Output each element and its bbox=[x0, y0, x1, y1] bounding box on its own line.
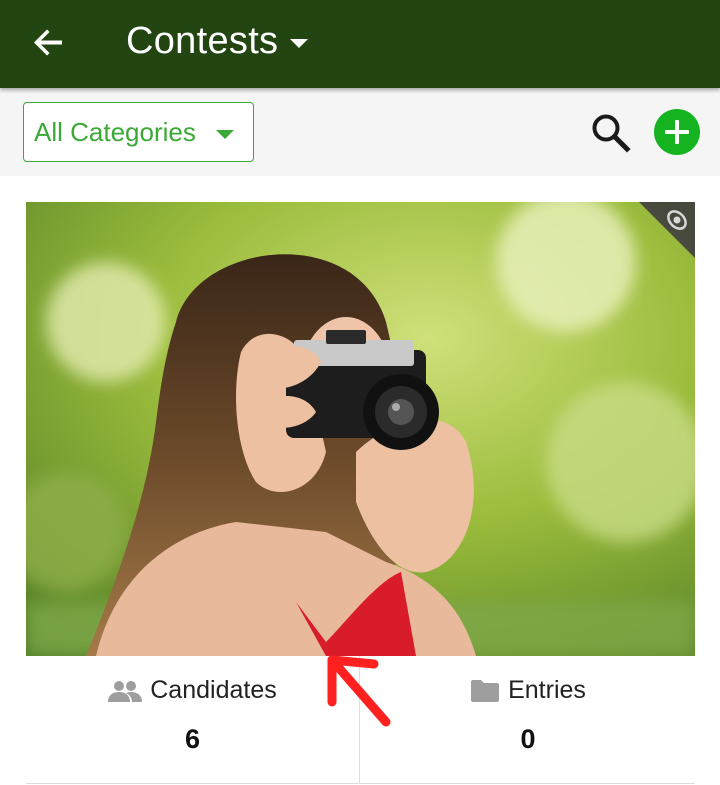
contest-card[interactable]: Candidates 6 Entries 0 bbox=[26, 202, 695, 785]
category-select-label: All Categories bbox=[34, 116, 196, 147]
entries-header: Entries bbox=[361, 676, 695, 705]
folder-icon bbox=[471, 679, 500, 702]
category-select[interactable]: All Categories bbox=[23, 102, 254, 162]
app-bar: Contests bbox=[0, 0, 720, 88]
search-icon bbox=[592, 114, 631, 153]
people-icon bbox=[108, 680, 143, 702]
entries-count: 0 bbox=[520, 724, 536, 754]
candidates-count: 6 bbox=[184, 724, 201, 754]
candidates-label: Candidates bbox=[150, 676, 277, 704]
caret-down-icon bbox=[216, 130, 234, 139]
arrow-left-icon bbox=[34, 29, 62, 56]
back-button[interactable] bbox=[22, 18, 74, 70]
search-button[interactable] bbox=[588, 110, 634, 156]
candidates-header: Candidates bbox=[26, 676, 359, 705]
visibility-icon bbox=[667, 210, 687, 230]
candidates-stat[interactable]: Candidates 6 bbox=[26, 656, 360, 784]
contest-type-dropdown[interactable]: Contests bbox=[126, 18, 309, 64]
page-title: Contests bbox=[126, 19, 279, 62]
filter-bar: All Categories bbox=[0, 88, 720, 176]
contest-photo bbox=[26, 202, 695, 656]
contest-stats: Candidates 6 Entries 0 bbox=[26, 656, 695, 784]
caret-down-icon bbox=[290, 38, 309, 48]
add-contest-button[interactable] bbox=[654, 109, 700, 155]
entries-label: Entries bbox=[508, 676, 586, 704]
entries-stat[interactable]: Entries 0 bbox=[361, 656, 695, 784]
